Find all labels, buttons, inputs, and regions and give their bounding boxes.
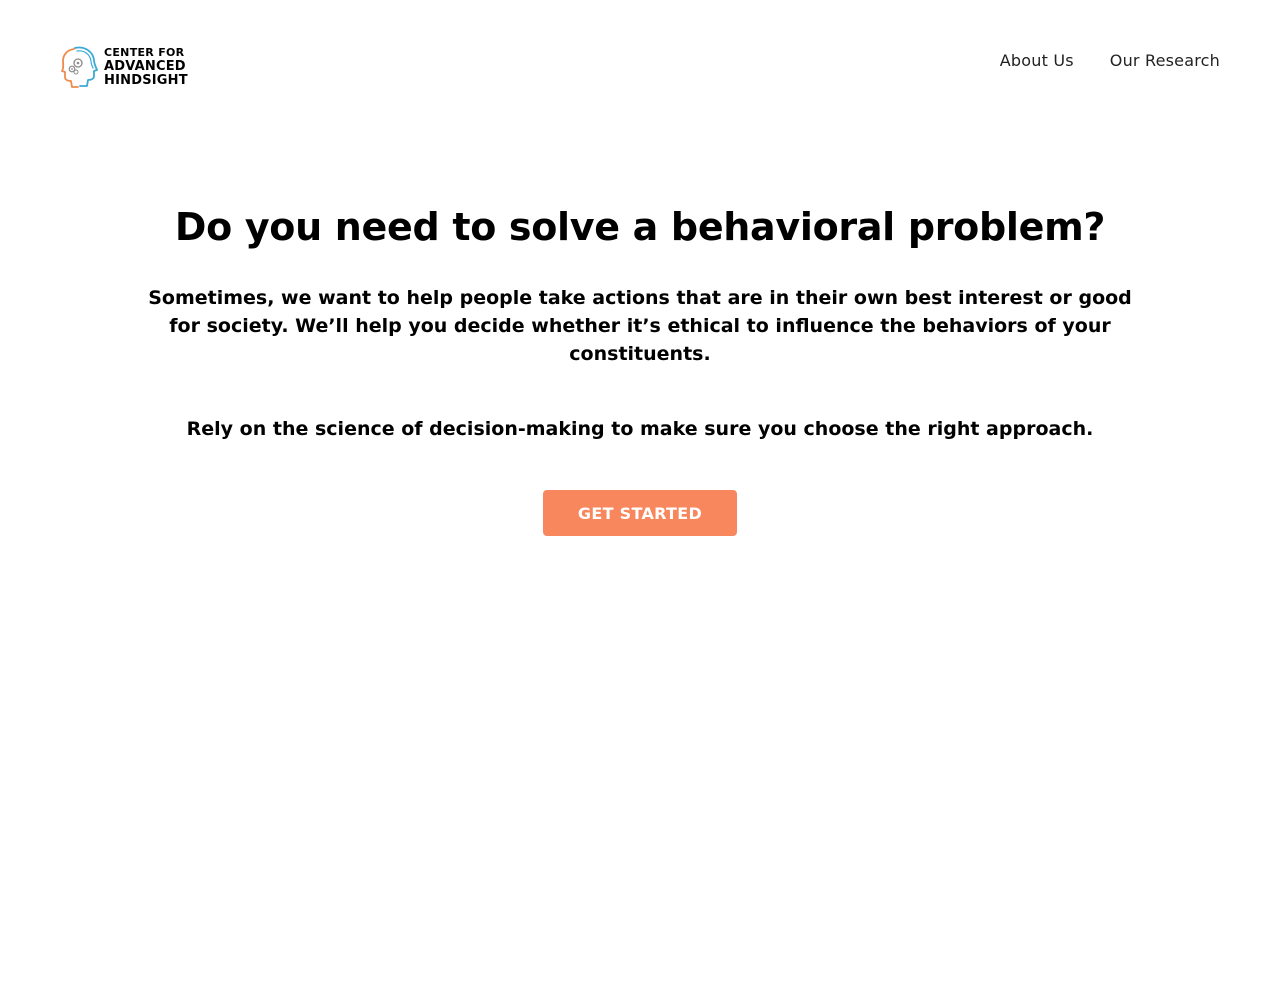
hero-tagline: Rely on the science of decision-making t…	[186, 418, 1094, 440]
site-header: CENTER FOR ADVANCED HINDSIGHT About Us O…	[0, 0, 1280, 130]
logo-wordmark: CENTER FOR ADVANCED HINDSIGHT	[104, 47, 188, 88]
head-profile-gears-icon	[61, 46, 98, 88]
logo-text-line-1: CENTER FOR	[104, 45, 185, 59]
site-logo[interactable]: CENTER FOR ADVANCED HINDSIGHT	[60, 44, 188, 90]
hero-subtitle: Sometimes, we want to help people take a…	[148, 287, 1132, 365]
nav-link-our-research[interactable]: Our Research	[1110, 50, 1220, 72]
hero-section: Do you need to solve a behavioral proble…	[0, 200, 1280, 536]
logo-text-line-2: ADVANCED	[104, 58, 186, 74]
main-nav: About Us Our Research	[1000, 50, 1220, 72]
get-started-button[interactable]: GET STARTED	[543, 490, 737, 536]
nav-link-about-us[interactable]: About Us	[1000, 50, 1074, 72]
hero-title: Do you need to solve a behavioral proble…	[174, 205, 1106, 249]
logo-text-line-3: HINDSIGHT	[104, 72, 188, 88]
